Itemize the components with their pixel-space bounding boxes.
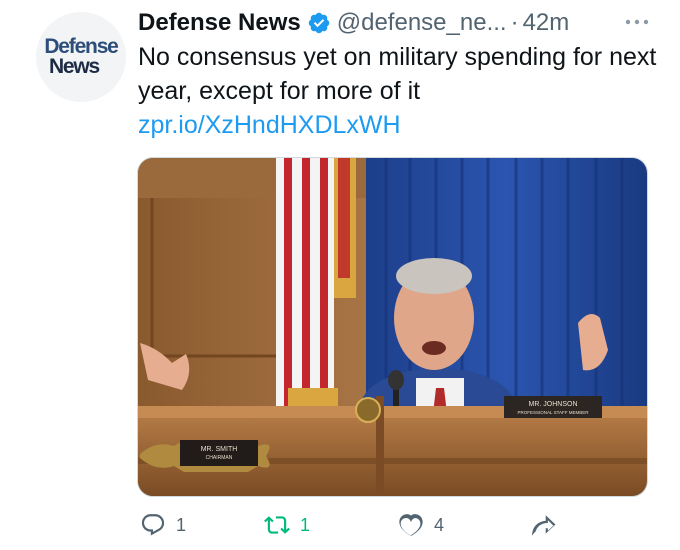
separator-dot: · — [510, 9, 519, 36]
like-count: 4 — [434, 514, 445, 535]
display-name[interactable]: Defense News — [138, 9, 301, 37]
tweet-link[interactable]: zpr.io/XzHndHXDLxWH — [138, 108, 401, 142]
share-button[interactable] — [530, 505, 556, 545]
handle[interactable]: @defense_ne... — [337, 9, 507, 37]
nameplate-left-title: CHAIRMAN — [206, 455, 233, 461]
tweet-photo[interactable]: MR. JOHNSON PROFESSIONAL STAFF MEMBER MR… — [137, 157, 648, 497]
avatar-logo-line1: Defense — [44, 35, 119, 58]
action-bar: 1 1 4 — [0, 505, 680, 545]
avatar[interactable]: Defense News — [36, 12, 126, 102]
retweet-button[interactable]: 1 — [264, 505, 310, 545]
avatar-logo-line2: News — [48, 55, 100, 78]
like-button[interactable]: 4 — [398, 505, 444, 545]
more-icon[interactable] — [624, 10, 650, 33]
nameplate-right-title: PROFESSIONAL STAFF MEMBER — [517, 410, 589, 415]
reply-count: 1 — [176, 514, 187, 535]
nameplate-left-name: MR. SMITH — [201, 446, 238, 453]
tweet-header: Defense News @defense_ne... · 42m — [138, 8, 638, 38]
timestamp[interactable]: 42m — [523, 9, 570, 37]
tweet-text: No consensus yet on military spending fo… — [138, 43, 657, 105]
reply-icon — [141, 514, 165, 536]
like-icon — [399, 514, 423, 536]
reply-button[interactable]: 1 — [140, 505, 186, 545]
retweet-count: 1 — [300, 514, 311, 535]
share-icon — [531, 515, 556, 536]
retweet-icon — [264, 516, 290, 534]
verified-badge-icon — [308, 12, 329, 34]
nameplate-right-name: MR. JOHNSON — [529, 401, 578, 408]
